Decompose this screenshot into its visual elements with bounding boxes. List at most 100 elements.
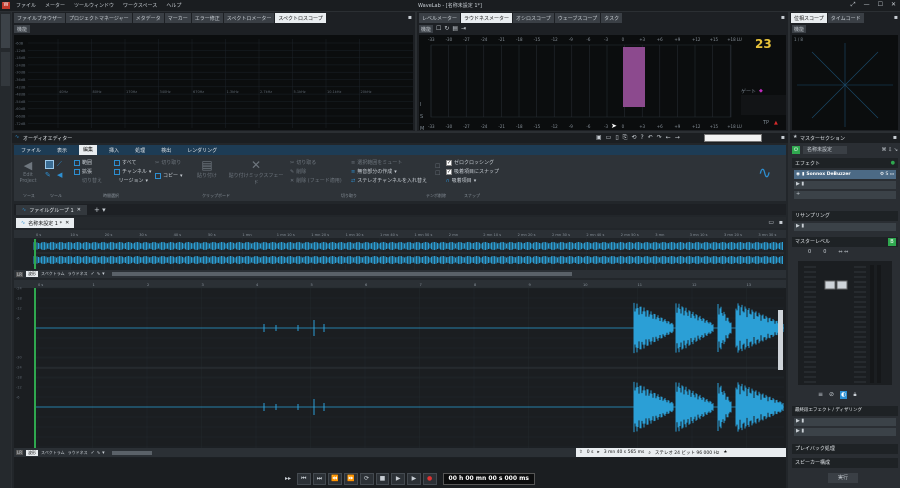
maximize-icon[interactable]: ☐ <box>878 1 883 9</box>
ribbon-tab[interactable]: 検出 <box>157 147 175 154</box>
zoom-icon[interactable]: ⌕ <box>648 450 651 456</box>
tool-tab[interactable]: プロジェクトマネージャー <box>66 13 132 23</box>
file-group-tab[interactable]: ∿ ファイルグループ 1 ✕ <box>16 205 87 215</box>
phase-tab[interactable]: タイムコード <box>827 13 864 23</box>
waveform-view-tab[interactable]: 波形 <box>26 271 39 277</box>
link-icon[interactable]: ⇔ ⇔ <box>838 249 848 255</box>
forward-icon[interactable]: → <box>675 134 680 142</box>
minimize-icon[interactable]: — <box>864 1 870 9</box>
panel-menu-icon[interactable]: ▪ <box>893 134 897 141</box>
swap-channels-button[interactable]: ⇄ ステレオチャンネルを入れ替え <box>351 176 431 185</box>
go-start-icon[interactable]: ⏮ <box>296 472 311 485</box>
meter-tab[interactable]: ウェーブスコープ <box>554 13 601 23</box>
overview-scrollbar[interactable] <box>111 272 572 276</box>
extend-button[interactable]: 拡張 <box>74 167 110 176</box>
loop-icon[interactable]: ⟳ <box>359 472 374 485</box>
go-end-icon[interactable]: ⏭ <box>312 472 327 485</box>
star-icon[interactable]: ★ <box>723 450 727 455</box>
trim-button[interactable]: ✂ 切り取る <box>290 158 346 167</box>
play-selection-icon[interactable]: ▶ <box>407 472 421 485</box>
render-button[interactable]: 実行 <box>828 473 858 483</box>
plugin-slot[interactable]: ◉ ▮ Sonnox DeBuzzer ⚙ S ▭ <box>794 170 896 179</box>
loudness-view-tab[interactable]: ラウドネス <box>68 450 88 456</box>
side-tab-1[interactable] <box>1 14 10 48</box>
waveform-view-tab[interactable]: 波形 <box>26 449 39 456</box>
tool-tab[interactable]: スペクトロメーター <box>223 13 275 23</box>
add-tab-icon[interactable]: + ▾ <box>94 206 106 214</box>
lr-button[interactable]: LR <box>16 271 24 277</box>
close-icon[interactable]: ✕ <box>65 220 69 226</box>
skip-icon[interactable]: ⇥ <box>461 25 466 32</box>
revert-icon[interactable]: ⟲ <box>631 134 636 142</box>
level-left[interactable]: 0 <box>808 249 811 255</box>
doc-tab[interactable]: ∿ 名称未設定 1 * ✕ <box>16 218 75 228</box>
main-scrollbar[interactable] <box>111 450 152 455</box>
resampling-slot[interactable]: ▶ ▮ <box>794 223 896 231</box>
tool-tab[interactable]: マーカー <box>164 13 191 23</box>
ribbon-tab[interactable]: 編集 <box>79 145 98 155</box>
side-tab-2[interactable] <box>1 52 10 86</box>
snap-toggle[interactable]: ✓ 吸着項目にスナップ <box>446 167 506 176</box>
zero-crossing-toggle[interactable]: ✓ ゼロクロッシング <box>446 158 506 167</box>
power-icon[interactable]: ⏻ <box>792 146 800 154</box>
ribbon-tab[interactable]: 挿入 <box>105 147 123 154</box>
paste-button[interactable]: ▤ 貼り付け <box>197 158 217 179</box>
panel-menu-icon[interactable]: ▪ <box>781 134 785 141</box>
view-options-icon[interactable]: ✓ ∿ ▾ <box>91 271 105 277</box>
level-link-icon[interactable]: B <box>888 238 896 246</box>
preset-name[interactable]: 名称未設定 <box>803 146 847 154</box>
meter-tab[interactable]: ラウドネスメーター <box>461 13 513 23</box>
lock-icon[interactable]: 🔒︎ <box>853 391 856 399</box>
panel-menu-icon[interactable]: ▪ <box>894 14 898 21</box>
lr-button[interactable]: LR <box>16 450 24 455</box>
pencil-icon[interactable]: ✎ <box>45 171 55 179</box>
close-icon[interactable]: ✕ <box>891 1 896 9</box>
dither-slot-2[interactable]: ▶ ▮ <box>794 428 896 436</box>
delete-button[interactable]: ✎ 削除 <box>290 167 346 176</box>
rewind-icon[interactable]: ⏪ <box>328 472 343 485</box>
settings-icon[interactable]: ▤ <box>452 25 458 32</box>
refresh-icon[interactable]: ↻ <box>444 25 449 32</box>
all-button[interactable]: すべて <box>114 158 148 167</box>
fast-forward-icon[interactable]: ⏩ <box>344 472 358 485</box>
undo-icon[interactable]: ↶ <box>648 134 653 142</box>
close-icon[interactable]: ✕ <box>77 207 81 213</box>
func-button[interactable]: 機能 <box>14 25 30 33</box>
audio-length[interactable]: 3 mn 40 s 565 ms <box>604 450 645 455</box>
link-chain-icon[interactable]: ⊘ <box>829 391 834 399</box>
panel-menu-icon[interactable]: ▪ <box>408 14 412 21</box>
toggle-button[interactable]: 切り替え <box>74 176 110 185</box>
select-tool-icon[interactable] <box>45 160 54 169</box>
save-icon[interactable]: ⎘ <box>623 134 628 142</box>
camera-icon[interactable]: ▣ <box>596 134 602 142</box>
open-icon[interactable]: ▯ <box>615 134 618 142</box>
edit-project-button[interactable]: ◀ Edit Project <box>17 159 39 191</box>
reset-icon[interactable]: ☐ <box>436 25 441 32</box>
func-button[interactable]: 機能 <box>792 25 806 33</box>
maximize-pane-icon[interactable]: ▭ <box>768 219 774 226</box>
empty-slot[interactable]: ▶ ▮ <box>794 181 896 189</box>
meter-tab[interactable]: タスク <box>601 13 623 23</box>
redo-icon[interactable]: ↷ <box>657 134 662 142</box>
dim-icon[interactable]: ◐ <box>840 391 848 399</box>
dither-slot-1[interactable]: ▶ ▮ <box>794 418 896 426</box>
delete-fade-button[interactable]: ✕ 削除 (フェード適用) <box>290 176 346 185</box>
paste-mix-button[interactable]: ✕ 貼り付けミックスフェード <box>227 158 285 186</box>
transport-menu-icon[interactable]: ▸▸ <box>285 475 295 482</box>
preset-tools-icon[interactable]: ⌘ ⇩ ↘ <box>881 147 898 153</box>
mute-selection-button[interactable]: ≡ 選択範囲をミュート <box>351 158 431 167</box>
tool-tab[interactable]: ファイルブラウザー <box>14 13 66 23</box>
audio-format[interactable]: ステレオ 24 ビット 96 000 Hz <box>655 450 719 456</box>
cursor-position[interactable]: 0 s <box>587 450 594 455</box>
ribbon-tab[interactable]: ファイル <box>17 147 45 154</box>
tool-tab[interactable]: スペクトロスコープ <box>275 13 326 23</box>
speaker-icon[interactable]: ◀ <box>57 171 67 179</box>
create-silence-button[interactable]: ≡ 無音部分の作成 ▾ <box>351 167 431 176</box>
meter-tab[interactable]: オシロスコープ <box>513 13 554 23</box>
snap-items-button[interactable]: ∩ 吸着項目 ▾ <box>446 176 506 185</box>
play-icon[interactable]: ▶ <box>391 472 406 485</box>
back-icon[interactable]: ← <box>666 134 671 142</box>
ribbon-tab[interactable]: 表示 <box>53 147 71 154</box>
spectrum-view-tab[interactable]: スペクトラム <box>41 450 65 456</box>
loudness-view-tab[interactable]: ラウドネス <box>68 271 88 277</box>
